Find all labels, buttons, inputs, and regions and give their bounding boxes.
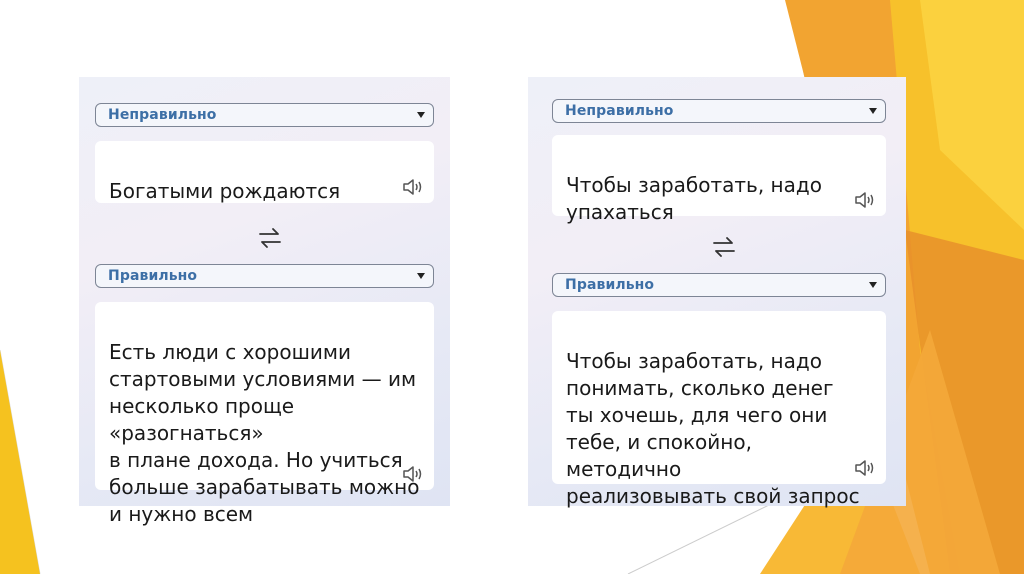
source-text-box[interactable]: Богатыми рождаются: [95, 141, 434, 203]
chevron-down-icon[interactable]: [869, 108, 877, 114]
chevron-down-icon[interactable]: [417, 112, 425, 118]
target-language-label: Правильно: [108, 268, 198, 284]
translation-card-right: Неправильно Чтобы заработать, надо упаха…: [528, 77, 906, 508]
target-language-select[interactable]: Правильно: [95, 264, 434, 288]
chevron-down-icon[interactable]: [417, 273, 425, 279]
speaker-icon[interactable]: [402, 179, 424, 195]
target-language-label: Правильно: [565, 277, 655, 293]
target-text-box[interactable]: Чтобы заработать, надо понимать, сколько…: [552, 311, 886, 508]
translation-card-left: Неправильно Богатыми рождаются Правильно…: [79, 77, 450, 526]
source-language-label: Неправильно: [108, 107, 217, 123]
swap-icon[interactable]: [257, 227, 283, 249]
source-text-box[interactable]: Чтобы заработать, надо упахаться: [552, 135, 886, 224]
source-language-select[interactable]: Неправильно: [95, 103, 434, 127]
speaker-icon[interactable]: [402, 466, 424, 482]
swap-icon[interactable]: [711, 236, 737, 258]
speaker-icon[interactable]: [854, 460, 876, 476]
speaker-icon[interactable]: [854, 192, 876, 208]
target-text: Чтобы заработать, надо понимать, сколько…: [566, 349, 860, 508]
target-text: Есть люди с хорошими стартовыми условиям…: [109, 340, 420, 526]
source-language-select[interactable]: Неправильно: [552, 99, 886, 123]
source-text: Чтобы заработать, надо упахаться: [566, 173, 822, 224]
target-language-select[interactable]: Правильно: [552, 273, 886, 297]
source-language-label: Неправильно: [565, 103, 674, 119]
source-text: Богатыми рождаются: [109, 179, 341, 203]
chevron-down-icon[interactable]: [869, 282, 877, 288]
target-text-box[interactable]: Есть люди с хорошими стартовыми условиям…: [95, 302, 434, 526]
